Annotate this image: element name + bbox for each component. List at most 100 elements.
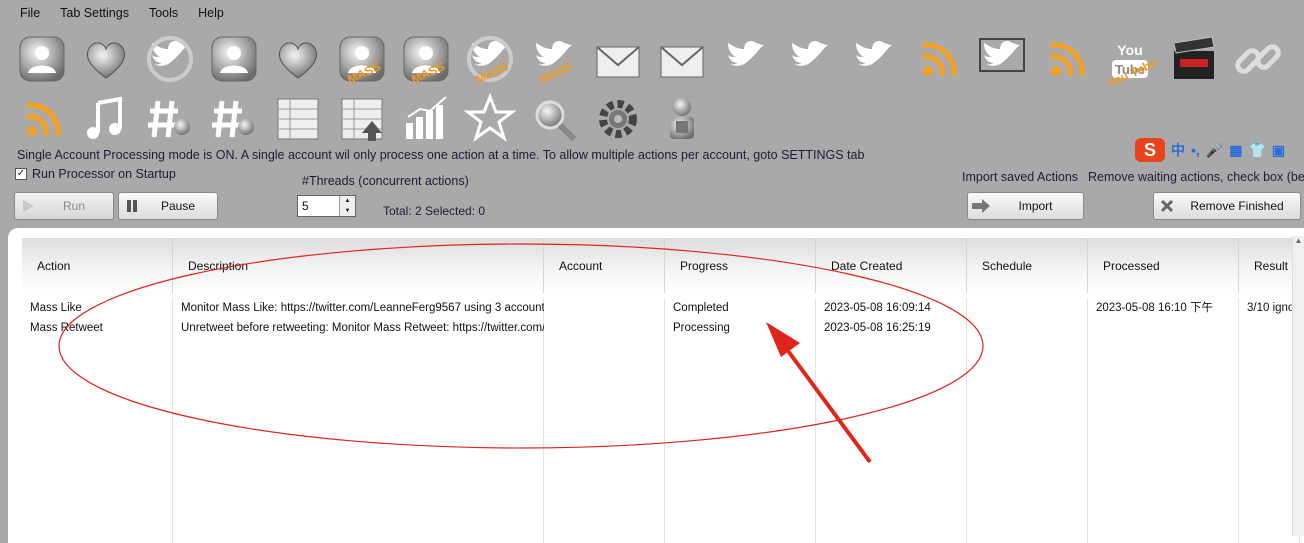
envelope-icon[interactable] (586, 30, 650, 88)
x-icon (1154, 198, 1180, 214)
table-rows: Mass Like Monitor Mass Like: https://twit… (22, 298, 1300, 338)
bird-users-icon[interactable] (842, 30, 906, 88)
processing-mode-notice: Single Account Processing mode is ON. A … (17, 148, 865, 162)
cell-account (544, 298, 665, 318)
ime-punct-icon[interactable]: •, (1191, 142, 1200, 158)
play-icon (15, 198, 41, 214)
heart-icon[interactable] (74, 30, 138, 88)
cell-schedule (967, 298, 1088, 318)
gear-icon[interactable] (586, 90, 650, 148)
ime-skin-icon[interactable]: 👕 (1248, 142, 1265, 159)
pause-icon (119, 198, 145, 214)
column-header-description[interactable]: Description (173, 238, 544, 293)
hashtag-users-icon[interactable] (202, 90, 266, 148)
clapperboard-icon[interactable] (1162, 30, 1226, 88)
svg-text:You: You (1117, 42, 1142, 58)
mass-follow-icon[interactable]: MASS (330, 30, 394, 88)
menu-tab-settings[interactable]: Tab Settings (50, 6, 139, 20)
rss-pencil-icon[interactable] (10, 90, 74, 148)
mass-bird-icon[interactable]: MASS (522, 30, 586, 88)
unlike-heart-icon[interactable] (266, 30, 330, 88)
column-header-action[interactable]: Action (22, 238, 173, 293)
cell-action: Mass Like (30, 302, 82, 314)
cell-action: Mass Retweet (30, 322, 103, 334)
remove-user-icon[interactable] (202, 30, 266, 88)
run-on-startup[interactable]: ✓ Run Processor on Startup (15, 167, 176, 181)
threads-stepper[interactable]: 5 ▲ ▼ (297, 195, 356, 217)
twitter-bird-icon[interactable] (714, 30, 778, 88)
column-header-result[interactable]: Result (1239, 238, 1300, 293)
robot-icon[interactable] (650, 90, 714, 148)
menu-file[interactable]: File (10, 6, 50, 20)
actions-panel: Action Description Account Progress Date Cre… (8, 228, 1304, 543)
cell-description: Unretweet before retweeting: Monitor Mas… (181, 322, 544, 334)
ime-mic-icon[interactable]: 🎤 (1206, 142, 1223, 159)
remove-finished-button[interactable]: Remove Finished (1153, 192, 1301, 220)
threads-spinner[interactable]: ▲ ▼ (339, 196, 355, 216)
column-header-schedule[interactable]: Schedule (967, 238, 1088, 293)
ime-grid-icon[interactable]: ▣ (1272, 142, 1285, 159)
column-header-account[interactable]: Account (544, 238, 665, 293)
totals-text: Total: 2 Selected: 0 (383, 204, 486, 218)
table-row[interactable]: Mass Retweet Unretweet before retweeting:… (22, 318, 1300, 338)
column-header-progress[interactable]: Progress (665, 238, 816, 293)
menu-tools[interactable]: Tools (139, 6, 188, 20)
column-header-processed[interactable]: Processed (1088, 238, 1239, 293)
table-row[interactable]: Mass Like Monitor Mass Like: https://twit… (22, 298, 1300, 318)
vertical-scrollbar[interactable]: ▲ (1292, 236, 1304, 536)
pause-button-label: Pause (160, 199, 196, 213)
magnifier-icon[interactable] (522, 90, 586, 148)
cell-description: Monitor Mass Like: https://twitter.com/L… (181, 302, 544, 314)
cell-result (1239, 318, 1300, 338)
toolbar-row-1: MASS MASS MASS MASS You Tube You Tube (10, 30, 1290, 88)
run-on-startup-label: Run Processor on Startup (32, 167, 176, 181)
sogou-logo-icon[interactable]: S (1135, 138, 1165, 162)
spin-up-icon[interactable]: ▲ (340, 196, 355, 206)
cell-processed: 2023-05-08 16:10 下午 (1096, 302, 1213, 314)
import-button-label: Import (1018, 199, 1053, 213)
ime-keyboard-icon[interactable]: ▦ (1229, 142, 1242, 159)
cell-progress: Completed (673, 302, 729, 314)
spreadsheet-upload-icon[interactable] (330, 90, 394, 148)
scroll-up-icon[interactable]: ▲ (1293, 236, 1304, 248)
spreadsheet-icon[interactable] (266, 90, 330, 148)
youtube-icon[interactable]: You Tube You Tube (1098, 30, 1162, 88)
star-icon[interactable] (458, 90, 522, 148)
bird-search-icon[interactable] (778, 30, 842, 88)
ime-chinese-icon[interactable]: 中 (1171, 140, 1185, 160)
column-header-date-created[interactable]: Date Created (816, 238, 967, 293)
bar-chart-icon[interactable] (394, 90, 458, 148)
import-saved-label: Import saved Actions (962, 170, 1079, 184)
run-on-startup-checkbox[interactable]: ✓ (15, 168, 27, 180)
add-user-icon[interactable] (10, 30, 74, 88)
mass-like-icon[interactable]: MASS (394, 30, 458, 88)
svg-text:MASS: MASS (537, 59, 574, 85)
menu-help[interactable]: Help (188, 6, 234, 20)
run-button[interactable]: Run (14, 192, 114, 220)
run-button-label: Run (62, 199, 85, 213)
cell-date-created: 2023-05-08 16:09:14 (824, 302, 931, 314)
remove-waiting-label: Remove waiting actions, check box (belo (1088, 170, 1304, 184)
image-rss-icon[interactable] (1034, 30, 1098, 88)
pause-button[interactable]: Pause (118, 192, 218, 220)
threads-label: #Threads (concurrent actions) (302, 174, 469, 188)
cell-progress: Processing (673, 322, 730, 334)
rss-bird-icon[interactable] (906, 30, 970, 88)
retweet-bird-icon[interactable] (138, 30, 202, 88)
cell-schedule (967, 318, 1088, 338)
music-note-icon[interactable] (74, 90, 138, 148)
threads-value[interactable]: 5 (298, 199, 339, 213)
image-bird-icon[interactable] (970, 30, 1034, 88)
toolbar-row-2 (10, 90, 714, 148)
chain-link-icon[interactable] (1226, 30, 1290, 88)
envelope-download-icon[interactable] (650, 30, 714, 88)
cell-processed (1088, 318, 1239, 338)
remove-finished-label: Remove Finished (1190, 199, 1284, 213)
hashtag-user-icon[interactable] (138, 90, 202, 148)
cell-account (544, 318, 665, 338)
arrow-right-icon (968, 198, 994, 214)
table-body: Mass Like Monitor Mass Like: https://twit… (22, 298, 1300, 543)
import-button[interactable]: Import (967, 192, 1084, 220)
mass-retweet-icon[interactable]: MASS (458, 30, 522, 88)
spin-down-icon[interactable]: ▼ (340, 206, 355, 216)
